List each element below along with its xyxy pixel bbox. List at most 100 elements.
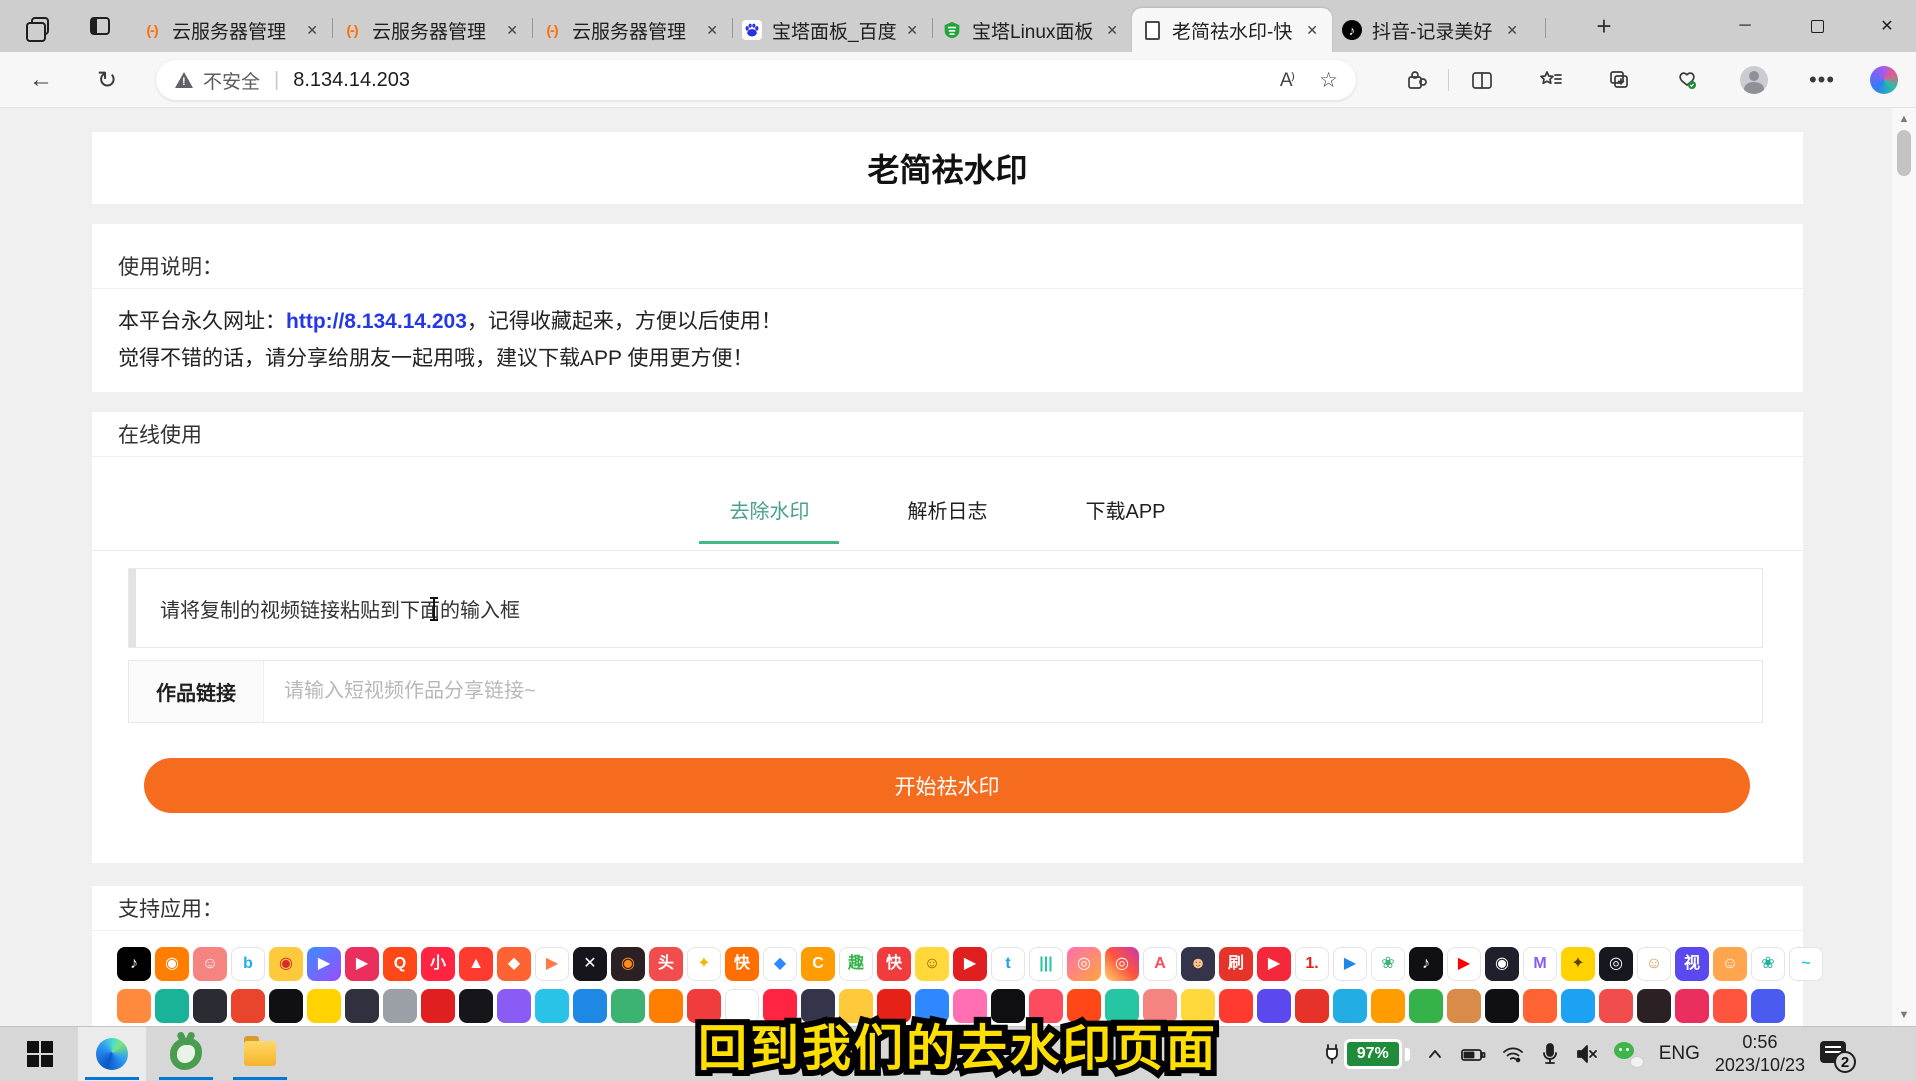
tab-close-icon[interactable]: ✕ bbox=[1302, 20, 1322, 41]
refresh-icon[interactable]: ↻ bbox=[90, 64, 124, 96]
app-icon-toutiao: 头 bbox=[649, 947, 683, 981]
read-aloud-icon[interactable]: A⁾ bbox=[1280, 69, 1293, 92]
app-icon-partial bbox=[1371, 989, 1405, 1023]
notification-center-icon[interactable]: 2 bbox=[1820, 1041, 1850, 1067]
function-tabs: 去除水印 解析日志 下载APP bbox=[92, 471, 1803, 551]
tab-workspaces-icon[interactable] bbox=[26, 12, 54, 40]
tab-close-icon[interactable]: ✕ bbox=[902, 20, 922, 41]
online-use-card: 在线使用 去除水印 解析日志 下载APP 请将复制的视频链接粘贴到下面的输入框 … bbox=[92, 412, 1803, 863]
usage-line1: 本平台永久网址：http://8.134.14.203，记得收藏起来，方便以后使… bbox=[118, 303, 1777, 340]
browser-tab-5[interactable]: 宝塔Linux面板 ✕ bbox=[932, 8, 1132, 52]
subtitle-text: 回到我们的去水印页面 bbox=[698, 1009, 1218, 1080]
baidu-favicon bbox=[742, 20, 762, 40]
app-icon-partial bbox=[307, 989, 341, 1023]
microphone-icon[interactable] bbox=[1540, 1042, 1560, 1066]
minimize-button[interactable]: ─ bbox=[1716, 0, 1774, 52]
app-icon-orange-smile: ☺ bbox=[1713, 947, 1747, 981]
tray-chevron-icon[interactable] bbox=[1425, 1044, 1445, 1064]
favorites-bar-icon[interactable] bbox=[1535, 66, 1567, 94]
copilot-icon[interactable] bbox=[1868, 66, 1900, 94]
battery-icon[interactable] bbox=[1460, 1044, 1486, 1064]
app-icon-kuaibao: 快 bbox=[877, 947, 911, 981]
back-icon[interactable]: ← bbox=[24, 64, 58, 96]
battery-percent-widget: 97% bbox=[1323, 1039, 1410, 1069]
url-text[interactable]: 8.134.14.203 bbox=[293, 69, 1280, 92]
app-icon-emoji-app: ☺ bbox=[915, 947, 949, 981]
favorite-star-icon[interactable]: ☆ bbox=[1319, 68, 1338, 93]
taskbar-edge-button[interactable] bbox=[78, 1027, 146, 1081]
taskbar-file-explorer-button[interactable] bbox=[226, 1027, 294, 1081]
tab-remove-watermark[interactable]: 去除水印 bbox=[717, 489, 821, 544]
browser-tab-active[interactable]: 老简祛水印-快 ✕ bbox=[1132, 8, 1332, 52]
new-tab-button[interactable]: + bbox=[1588, 10, 1620, 42]
online-heading: 在线使用 bbox=[92, 412, 1803, 456]
aliyun-favicon: (-) bbox=[342, 20, 362, 40]
browser-tab-strip: (-) 云服务器管理 ✕ (-) 云服务器管理 ✕ (-) 云服务器管理 ✕ 宝… bbox=[0, 0, 1916, 52]
tab-separator bbox=[932, 18, 933, 38]
browser-tab-7[interactable]: ♪ 抖音-记录美好 ✕ bbox=[1332, 8, 1532, 52]
usage-line1-suffix: ，记得收藏起来，方便以后使用！ bbox=[467, 310, 782, 333]
address-bar[interactable]: 不安全 | 8.134.14.203 A⁾ ☆ bbox=[156, 60, 1356, 100]
start-remove-watermark-button[interactable]: 开始祛水印 bbox=[144, 758, 1750, 813]
tab-separator bbox=[532, 18, 533, 38]
browser-tab-4[interactable]: 宝塔面板_百度 ✕ bbox=[732, 8, 932, 52]
tab-title: 老简祛水印-快 bbox=[1172, 17, 1302, 44]
notice-accent-bar bbox=[129, 569, 136, 647]
extensions-icon[interactable] bbox=[1400, 66, 1432, 94]
tab-separator bbox=[1545, 18, 1546, 38]
wifi-icon[interactable] bbox=[1501, 1043, 1525, 1065]
scroll-down-icon[interactable]: ▼ bbox=[1892, 1009, 1916, 1021]
browser-tab-3[interactable]: (-) 云服务器管理 ✕ bbox=[532, 8, 732, 52]
vertical-tabs-icon[interactable] bbox=[86, 12, 114, 40]
split-screen-icon[interactable] bbox=[1466, 66, 1498, 94]
tab-close-icon[interactable]: ✕ bbox=[502, 20, 522, 41]
usage-heading: 使用说明： bbox=[92, 244, 1803, 288]
settings-more-icon[interactable]: ••• bbox=[1806, 66, 1838, 94]
app-icon-partial bbox=[1485, 989, 1519, 1023]
app-icon-tencent-news: ✦ bbox=[687, 947, 721, 981]
tab-close-icon[interactable]: ✕ bbox=[302, 20, 322, 41]
wechat-icon[interactable] bbox=[1614, 1040, 1644, 1068]
profile-avatar[interactable] bbox=[1738, 66, 1770, 94]
douyin-favicon: ♪ bbox=[1342, 20, 1362, 40]
permanent-url-link[interactable]: http://8.134.14.203 bbox=[286, 310, 467, 333]
tab-close-icon[interactable]: ✕ bbox=[702, 20, 722, 41]
usage-card: 使用说明： 本平台永久网址：http://8.134.14.203，记得收藏起来… bbox=[92, 224, 1803, 392]
start-button[interactable] bbox=[6, 1027, 74, 1081]
app-icon-acfun: A bbox=[1143, 947, 1177, 981]
tab-close-icon[interactable]: ✕ bbox=[1102, 20, 1122, 41]
close-window-button[interactable]: ✕ bbox=[1858, 0, 1916, 52]
browser-essentials-icon[interactable] bbox=[1671, 66, 1703, 94]
tab-close-icon[interactable]: ✕ bbox=[1502, 20, 1522, 41]
speaker-muted-icon[interactable] bbox=[1575, 1043, 1599, 1065]
language-indicator[interactable]: ENG bbox=[1659, 1043, 1700, 1065]
browser-tab-2[interactable]: (-) 云服务器管理 ✕ bbox=[332, 8, 532, 52]
app-icon-yi-camera: ◉ bbox=[611, 947, 645, 981]
app-icon-partial bbox=[269, 989, 303, 1023]
app-icon-purple-m: M bbox=[1523, 947, 1557, 981]
app-icon-video-gradient: ▶ bbox=[307, 947, 341, 981]
browser-tab-1[interactable]: (-) 云服务器管理 ✕ bbox=[132, 8, 332, 52]
page-scrollbar[interactable]: ▲ ▼ bbox=[1892, 108, 1916, 1026]
tab-title: 宝塔面板_百度 bbox=[772, 17, 902, 44]
app-icon-app-blue: ◆ bbox=[763, 947, 797, 981]
app-icon-dark-lens: ◉ bbox=[1485, 947, 1519, 981]
tab-parse-log[interactable]: 解析日志 bbox=[895, 489, 999, 544]
app-icon-blue-bird: ~ bbox=[1789, 947, 1823, 981]
video-link-input[interactable] bbox=[264, 661, 1762, 722]
app-icon-partial bbox=[1295, 989, 1329, 1023]
scrollbar-thumb[interactable] bbox=[1897, 130, 1911, 176]
aliyun-favicon: (-) bbox=[542, 20, 562, 40]
toolbar-separator bbox=[1448, 69, 1449, 91]
divider bbox=[92, 456, 1803, 457]
maximize-button[interactable] bbox=[1788, 0, 1846, 52]
taskbar-clock[interactable]: 0:56 2023/10/23 bbox=[1715, 1031, 1805, 1077]
tab-list: (-) 云服务器管理 ✕ (-) 云服务器管理 ✕ (-) 云服务器管理 ✕ 宝… bbox=[132, 0, 1532, 52]
address-divider: | bbox=[274, 69, 279, 92]
scroll-up-icon[interactable]: ▲ bbox=[1892, 113, 1916, 125]
collections-icon[interactable] bbox=[1603, 66, 1635, 94]
tab-download-app[interactable]: 下载APP bbox=[1073, 489, 1177, 544]
app-icon-yidianzixun: 1. bbox=[1295, 947, 1329, 981]
taskbar-green-app-button[interactable] bbox=[152, 1027, 220, 1081]
supported-apps-card: 支持应用： ♪◉☺b◉▶▶Q小▲◆▶✕◉头✦快◆C趣快☺▶t|||◎◎A☻刷▶1… bbox=[92, 886, 1803, 1026]
